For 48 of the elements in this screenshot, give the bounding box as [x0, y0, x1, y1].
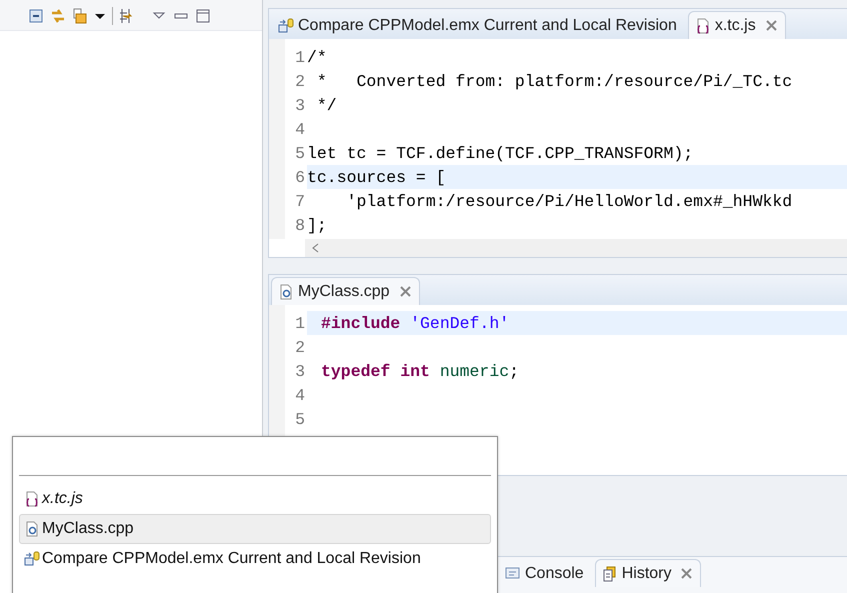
close-icon[interactable] [681, 568, 692, 579]
line-number: 2 [294, 338, 306, 356]
code-line: */ [316, 96, 337, 114]
filter-icon[interactable] [119, 8, 135, 24]
c-file-icon [24, 521, 40, 537]
editor-tab[interactable]: Console [498, 559, 593, 587]
link-arrows-icon[interactable] [50, 8, 66, 24]
line-number: 5 [294, 410, 306, 428]
line-number: 2 [294, 72, 306, 90]
script-file-icon [694, 18, 711, 34]
line-number: 3 [294, 96, 306, 114]
code-line: * Converted from: platform:/resource/Pi/_TC.tc [316, 72, 792, 90]
horizontal-scrollbar[interactable] [305, 239, 847, 257]
switcher-item[interactable]: MyClass.cpp [19, 514, 491, 544]
editor-tab[interactable]: MyClass.cpp [271, 277, 420, 305]
editor-tab[interactable]: History [594, 559, 702, 587]
folder-icon[interactable] [72, 8, 88, 24]
maximize-icon[interactable] [195, 8, 211, 24]
line-number: 1 [294, 48, 306, 66]
close-icon[interactable] [766, 20, 777, 31]
line-number: 4 [294, 386, 306, 404]
code-line: typedef int numeric; [321, 362, 520, 380]
collapse-all-icon[interactable] [28, 8, 44, 24]
switcher-item[interactable]: x.tc.js [19, 484, 491, 514]
line-number: 6 [294, 168, 306, 186]
close-icon[interactable] [400, 286, 411, 297]
line-number: 7 [294, 192, 306, 210]
line-number: 3 [294, 362, 306, 380]
code-line: let tc = TCF.define(TCF.CPP_TRANSFORM); [307, 144, 694, 162]
code-line: #include 'GenDef.h' [321, 314, 510, 332]
line-number: 4 [294, 120, 306, 138]
c-file-icon [278, 284, 294, 300]
line-number: 5 [294, 144, 306, 162]
code-line: ]; [307, 216, 327, 234]
line-number: 1 [294, 314, 306, 332]
compare-icon [278, 18, 294, 34]
compare-icon [24, 551, 40, 567]
code-line: 'platform:/resource/Pi/HelloWorld.emx#_hHWkkd [346, 192, 792, 210]
code-line: /* [307, 48, 327, 66]
code-line: tc.sources = [ [307, 168, 446, 186]
console-icon [505, 566, 521, 582]
script-file-icon [24, 491, 40, 507]
line-number: 8 [294, 216, 306, 234]
history-icon [602, 566, 618, 582]
scroll-left-icon[interactable] [311, 243, 319, 253]
editor-tab[interactable]: x.tc.js [688, 11, 786, 39]
editor-tab[interactable]: Compare CPPModel.emx Current and Local Revision [271, 11, 686, 39]
switcher-item[interactable]: Compare CPPModel.emx Current and Local Revision [19, 544, 491, 574]
